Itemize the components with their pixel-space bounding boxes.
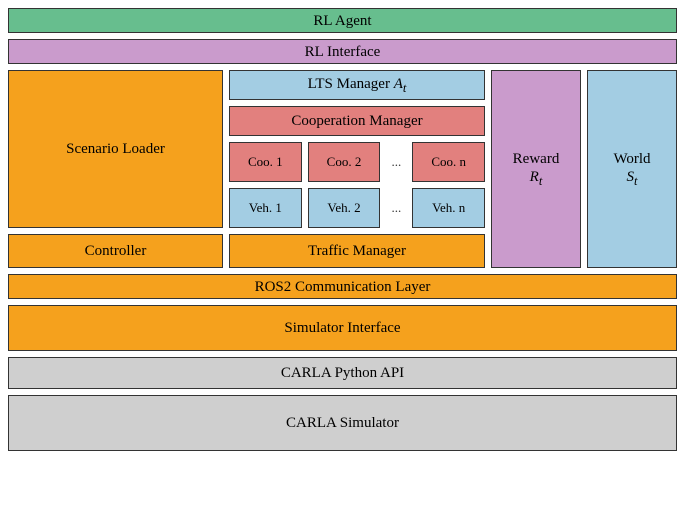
simulator-interface-label: Simulator Interface xyxy=(284,319,400,337)
coo-2-box: Coo. 2 xyxy=(308,142,381,182)
veh-row: Veh. 1 Veh. 2 ... Veh. n xyxy=(229,188,485,228)
lts-manager-label: LTS Manager At xyxy=(308,75,407,96)
controller-label: Controller xyxy=(85,242,147,260)
coo-row: Coo. 1 Coo. 2 ... Coo. n xyxy=(229,142,485,182)
lts-manager-box: LTS Manager At xyxy=(229,70,485,100)
carla-api-box: CARLA Python API xyxy=(8,357,677,389)
ros2-box: ROS2 Communication Layer xyxy=(8,274,677,299)
ros2-label: ROS2 Communication Layer xyxy=(255,278,431,296)
cooperation-manager-box: Cooperation Manager xyxy=(229,106,485,136)
veh-n-box: Veh. n xyxy=(412,188,485,228)
coo-ellipsis: ... xyxy=(386,142,406,182)
scenario-loader-box: Scenario Loader xyxy=(8,70,223,228)
middle-section: Scenario Loader Controller LTS Manager A… xyxy=(8,70,677,268)
veh-1-box: Veh. 1 xyxy=(229,188,302,228)
cooperation-manager-label: Cooperation Manager xyxy=(291,112,422,130)
coo-n-box: Coo. n xyxy=(412,142,485,182)
mid-column: LTS Manager At Cooperation Manager Coo. … xyxy=(229,70,485,268)
traffic-manager-box: Traffic Manager xyxy=(229,234,485,268)
rl-agent-label: RL Agent xyxy=(313,12,371,30)
controller-box: Controller xyxy=(8,234,223,268)
carla-api-label: CARLA Python API xyxy=(281,364,404,382)
reward-box: Reward Rt xyxy=(491,70,581,268)
carla-simulator-label: CARLA Simulator xyxy=(286,414,399,432)
veh-ellipsis: ... xyxy=(386,188,406,228)
veh-2-box: Veh. 2 xyxy=(308,188,381,228)
mid-upper-group: LTS Manager At Cooperation Manager Coo. … xyxy=(229,70,485,228)
carla-simulator-box: CARLA Simulator xyxy=(8,395,677,451)
simulator-interface-box: Simulator Interface xyxy=(8,305,677,351)
reward-label: Reward Rt xyxy=(513,150,560,189)
traffic-manager-label: Traffic Manager xyxy=(308,242,406,260)
scenario-loader-label: Scenario Loader xyxy=(66,140,165,158)
rl-interface-box: RL Interface xyxy=(8,39,677,64)
rl-interface-label: RL Interface xyxy=(305,43,381,61)
world-box: World St xyxy=(587,70,677,268)
coo-1-box: Coo. 1 xyxy=(229,142,302,182)
rl-agent-box: RL Agent xyxy=(8,8,677,33)
world-label: World St xyxy=(613,150,650,189)
left-column: Scenario Loader Controller xyxy=(8,70,223,268)
